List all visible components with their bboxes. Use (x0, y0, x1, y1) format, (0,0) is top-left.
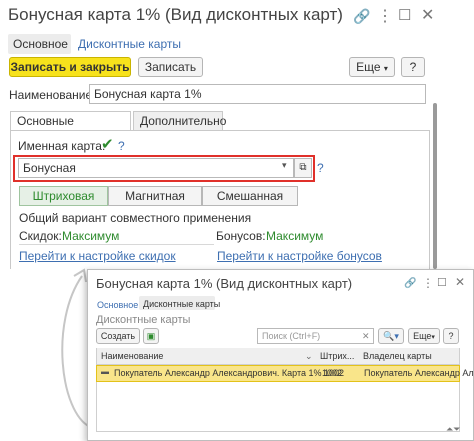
tab-main[interactable]: Основное (8, 34, 71, 54)
combined-usage-label: Общий вариант совместного применения (19, 211, 252, 225)
popup-tab-discount-cards[interactable]: Дисконтные карты (139, 296, 220, 310)
window-title: Бонусная карта 1% (Вид дисконтных карт) (8, 5, 343, 24)
tab-main-label: Основное (13, 37, 68, 51)
discounts-value: Максимум (62, 229, 120, 243)
tab-discount-cards[interactable]: Дисконтные карты (78, 37, 181, 51)
popup-more-button[interactable]: Еще▾ (408, 328, 440, 344)
discounts-label: Скидок: (19, 229, 62, 243)
pager-icons[interactable]: ⏶⏷ (446, 424, 460, 435)
popup-chevron-down-icon: ▾ (431, 334, 435, 341)
scrollbar[interactable] (433, 103, 437, 269)
more-label: Еще (356, 60, 381, 74)
named-card-help[interactable]: ? (118, 139, 125, 153)
segment-magnetic[interactable]: Магнитная (108, 186, 202, 206)
close-icon[interactable]: ✕ (421, 5, 434, 25)
row-name-cell: Покупатель Александр Александрович. Карт… (114, 368, 345, 378)
card-type-help[interactable]: ? (317, 161, 324, 175)
link-icon[interactable]: 🔗 (353, 8, 370, 25)
popup-more-label: Еще (413, 331, 432, 341)
chevron-down-icon: ▾ (383, 64, 388, 73)
popup-more-vert-icon[interactable]: ⋮ (422, 276, 434, 290)
help-button[interactable]: ? (401, 57, 425, 77)
create-button[interactable]: Создать (96, 328, 140, 344)
more-button[interactable]: Еще ▾ (349, 57, 395, 77)
card-type-input[interactable]: Бонусная (18, 158, 294, 178)
name-label: Наименование: (9, 88, 96, 102)
row-barcode-cell: 1002 (322, 368, 343, 378)
popup-tab-main[interactable]: Основное (97, 300, 138, 310)
search-icon[interactable]: 🔍▾ (378, 328, 404, 344)
popup-link-icon[interactable]: 🔗 (404, 278, 416, 289)
bonuses-label: Бонусов: (216, 229, 266, 243)
save-button[interactable]: Записать (138, 57, 203, 77)
name-input[interactable]: Бонусная карта 1% (89, 84, 426, 104)
popup-tab-discount-cards-label: Дисконтные карты (143, 299, 221, 309)
copy-icon[interactable]: ▣ (143, 328, 159, 344)
column-name-header[interactable]: Наименование (101, 351, 163, 361)
dropdown-arrow-icon[interactable]: ▾ (282, 160, 287, 171)
sort-icon[interactable]: ⌄ (305, 351, 313, 362)
open-icon[interactable]: ⧉ (294, 158, 312, 178)
row-item-icon: ▬ (101, 367, 109, 376)
tab-additional[interactable]: Дополнительно (133, 111, 226, 131)
row-owner-cell: Покупатель Александр Але... (364, 368, 474, 378)
column-owner-header[interactable]: Владелец карты (363, 351, 432, 361)
popup-section-title: Дисконтные карты (96, 314, 191, 326)
column-barcode-header[interactable]: Штрих... (320, 351, 354, 361)
more-vert-icon[interactable]: ⋮ (377, 6, 393, 26)
bonus-settings-link[interactable]: Перейти к настройке бонусов (217, 249, 382, 263)
popup-search-input[interactable]: Поиск (Ctrl+F) (257, 328, 374, 344)
segment-barcode[interactable]: Штриховая (19, 186, 108, 206)
popup-title: Бонусная карта 1% (Вид дисконтных карт) (96, 276, 353, 291)
bonuses-value: Максимум (266, 229, 324, 243)
discount-settings-link[interactable]: Перейти к настройке скидок (19, 249, 176, 263)
save-and-close-button[interactable]: Записать и закрыть (9, 57, 131, 77)
search-clear-icon[interactable]: ✕ (362, 331, 370, 342)
popup-close-icon[interactable]: ✕ (455, 275, 465, 289)
named-card-checkbox[interactable]: ✔ (101, 135, 114, 153)
popup-help-button[interactable]: ? (443, 328, 459, 344)
divider (19, 244, 214, 245)
popup-maximize-icon[interactable]: ☐ (437, 276, 447, 289)
segment-mixed[interactable]: Смешанная (202, 186, 298, 206)
named-card-label: Именная карта: (18, 139, 106, 153)
maximize-icon[interactable]: ☐ (398, 6, 411, 24)
tab-basic-params[interactable]: Основные параметры (10, 111, 131, 147)
